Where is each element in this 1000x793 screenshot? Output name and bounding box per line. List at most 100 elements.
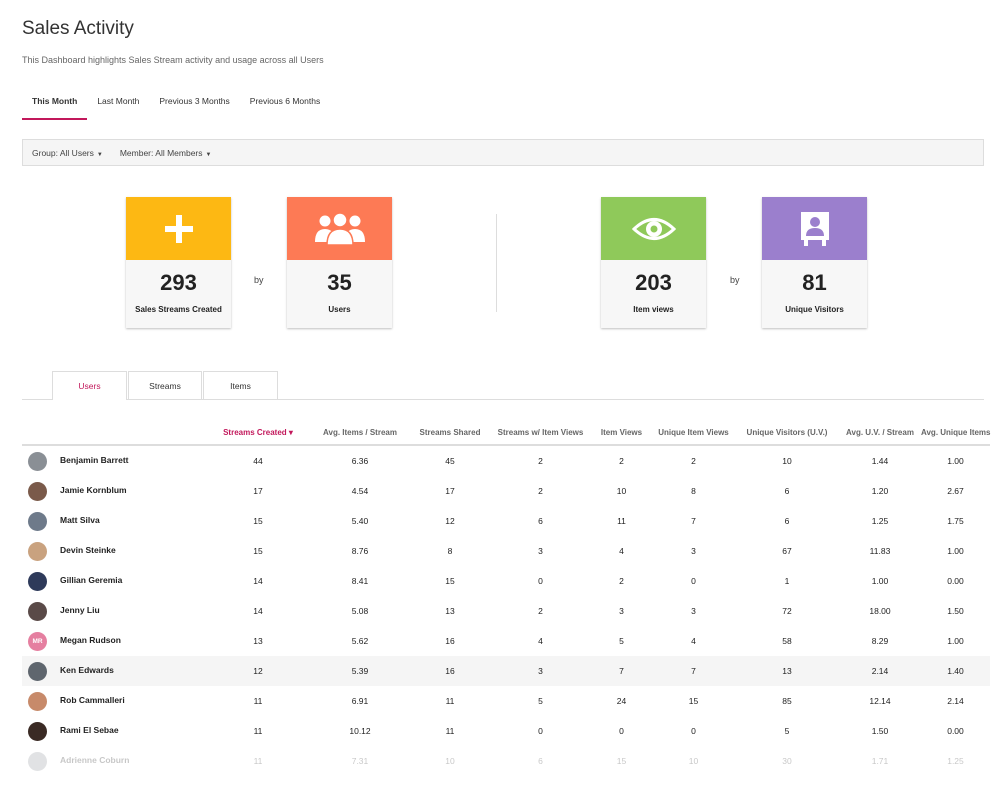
user-name[interactable]: Ken Edwards bbox=[60, 665, 114, 675]
user-name[interactable]: Jamie Kornblum bbox=[60, 485, 127, 495]
user-name[interactable]: Megan Rudson bbox=[60, 635, 121, 645]
table-row[interactable]: Rami El Sebae 11 10.12 11 0 0 0 5 1.50 0.00 bbox=[22, 716, 990, 746]
user-avatar-cell: MR Megan Rudson bbox=[22, 626, 206, 656]
table-cell: 8.41 bbox=[351, 576, 369, 586]
tab-streams[interactable]: Streams bbox=[128, 371, 202, 399]
table-cell: 4 bbox=[619, 546, 624, 556]
avatar bbox=[28, 721, 47, 741]
user-name[interactable]: Gillian Geremia bbox=[60, 575, 122, 585]
table-cell: 11 bbox=[617, 516, 626, 526]
col-header-avg-items-per-stream[interactable]: Avg. Items / Stream bbox=[310, 420, 410, 446]
table-cell: 1.50 bbox=[947, 606, 964, 616]
table-row[interactable]: Jamie Kornblum 17 4.54 17 2 10 8 6 1.20 2.67 bbox=[22, 476, 990, 506]
table-row[interactable]: Gillian Geremia 14 8.41 15 0 2 0 1 1.00 0.00 bbox=[22, 566, 990, 596]
table-cell: 85 bbox=[782, 696, 792, 706]
table-row[interactable]: Devin Steinke 15 8.76 8 3 4 3 67 11.83 1.00 bbox=[22, 536, 990, 566]
table-cell: 3 bbox=[691, 546, 696, 556]
table-cell: 1.00 bbox=[947, 546, 964, 556]
user-name[interactable]: Matt Silva bbox=[60, 515, 100, 525]
table-cell: 11 bbox=[253, 756, 263, 766]
table-row[interactable]: Adrienne Coburn 11 7.31 10 6 15 10 30 1.71 1.25 bbox=[22, 746, 990, 776]
tab-users[interactable]: Users bbox=[52, 371, 127, 400]
col-header-avg-unique-items[interactable]: Avg. Unique Items bbox=[921, 420, 991, 446]
member-filter-dropdown[interactable]: Member: All Members ▼ bbox=[120, 148, 212, 158]
table-cell: 6 bbox=[538, 516, 543, 526]
page-title: Sales Activity bbox=[22, 18, 134, 39]
stat-card-header bbox=[601, 197, 706, 260]
table-cell: 0 bbox=[619, 726, 624, 736]
table-cell: 6 bbox=[538, 756, 543, 766]
col-header-avg-uv-per-stream[interactable]: Avg. U.V. / Stream bbox=[839, 420, 921, 446]
table-cell: 13 bbox=[445, 606, 455, 616]
table-cell: 8 bbox=[691, 486, 696, 496]
table-cell: 10 bbox=[688, 756, 699, 766]
table-cell: 6.91 bbox=[351, 696, 369, 706]
user-name[interactable]: Adrienne Coburn bbox=[60, 755, 129, 765]
col-header-streams-created[interactable]: Streams Created ▾ bbox=[206, 420, 310, 446]
table-cell: 16 bbox=[410, 656, 490, 686]
section-tabs: Users Streams Items bbox=[22, 371, 984, 400]
table-cell: 2 bbox=[619, 576, 624, 586]
table-cell: 1.00 bbox=[947, 636, 964, 646]
user-name[interactable]: Rob Cammalleri bbox=[60, 695, 125, 705]
stat-label: Users bbox=[328, 305, 351, 314]
tab-this-month[interactable]: This Month bbox=[22, 92, 88, 120]
user-avatar-cell: Rob Cammalleri bbox=[22, 686, 206, 716]
table-cell: 8.29 bbox=[871, 636, 889, 646]
avatar bbox=[28, 481, 47, 501]
tab-last-month[interactable]: Last Month bbox=[87, 92, 149, 120]
col-header-streams-shared[interactable]: Streams Shared bbox=[410, 420, 490, 446]
avatar bbox=[28, 571, 47, 591]
stat-label: Unique Visitors bbox=[785, 305, 844, 314]
table-row[interactable]: MR Megan Rudson 13 5.62 16 4 5 4 58 8.29 1.00 bbox=[22, 626, 990, 656]
by-connector: by bbox=[730, 275, 740, 285]
table-cell: 7 bbox=[591, 656, 652, 686]
stat-card-header bbox=[762, 197, 867, 260]
table-cell: 1.25 bbox=[947, 756, 964, 766]
user-avatar-cell: Jamie Kornblum bbox=[22, 476, 206, 506]
stat-label: Item views bbox=[633, 305, 674, 314]
stat-card-header bbox=[287, 197, 392, 260]
table-cell: 10 bbox=[782, 456, 792, 466]
table-cell: 6 bbox=[784, 486, 790, 496]
users-table: Streams Created ▾ Avg. Items / Stream St… bbox=[22, 420, 991, 776]
user-name[interactable]: Jenny Liu bbox=[60, 605, 100, 615]
table-row[interactable]: Ken Edwards 12 5.39 16 3 7 7 13 2.14 1.40 bbox=[22, 656, 990, 686]
table-cell: 12 bbox=[206, 656, 310, 686]
table-cell: 0.00 bbox=[947, 726, 964, 736]
table-row[interactable]: Matt Silva 15 5.40 12 6 11 7 6 1.25 1.75 bbox=[22, 506, 990, 536]
col-header-item-views[interactable]: Item Views bbox=[591, 420, 652, 446]
col-header-unique-item-views[interactable]: Unique Item Views bbox=[652, 420, 735, 446]
table-cell: 10 bbox=[445, 756, 455, 766]
group-filter-dropdown[interactable]: Group: All Users ▼ bbox=[32, 148, 103, 158]
eye-icon bbox=[631, 217, 676, 240]
user-name[interactable]: Rami El Sebae bbox=[60, 725, 119, 735]
table-cell: 5.08 bbox=[351, 606, 369, 616]
tab-previous-6-months[interactable]: Previous 6 Months bbox=[240, 92, 330, 120]
table-cell: 44 bbox=[253, 456, 263, 466]
user-name[interactable]: Benjamin Barrett bbox=[60, 455, 129, 465]
table-row[interactable]: Jenny Liu 14 5.08 13 2 3 3 72 18.00 1.50 bbox=[22, 596, 990, 626]
col-header-unique-visitors[interactable]: Unique Visitors (U.V.) bbox=[735, 420, 839, 446]
col-header-streams-with-item-views[interactable]: Streams w/ Item Views bbox=[490, 420, 591, 446]
tab-previous-3-months[interactable]: Previous 3 Months bbox=[149, 92, 239, 120]
table-cell: 14 bbox=[253, 606, 263, 616]
plus-icon bbox=[164, 214, 193, 243]
table-cell: 4 bbox=[691, 636, 696, 646]
avatar bbox=[28, 541, 47, 561]
divider bbox=[496, 214, 497, 312]
user-avatar-cell: Matt Silva bbox=[22, 506, 206, 536]
table-row[interactable]: Benjamin Barrett 44 6.36 45 2 2 2 10 1.44 1.00 bbox=[22, 445, 990, 476]
table-cell: 2 bbox=[538, 486, 543, 496]
table-cell: 11 bbox=[445, 726, 455, 736]
table-cell: 72 bbox=[782, 606, 792, 616]
table-cell: 67 bbox=[782, 546, 792, 556]
table-cell: 1.20 bbox=[871, 486, 889, 496]
tab-items[interactable]: Items bbox=[203, 371, 278, 399]
table-cell: 1.40 bbox=[921, 656, 990, 686]
user-name[interactable]: Devin Steinke bbox=[60, 545, 116, 555]
table-cell: 0 bbox=[691, 726, 696, 736]
table-cell: 14 bbox=[253, 576, 263, 586]
table-row[interactable]: Rob Cammalleri 11 6.91 11 5 24 15 85 12.14 2.14 bbox=[22, 686, 990, 716]
table-cell: 15 bbox=[688, 696, 699, 706]
